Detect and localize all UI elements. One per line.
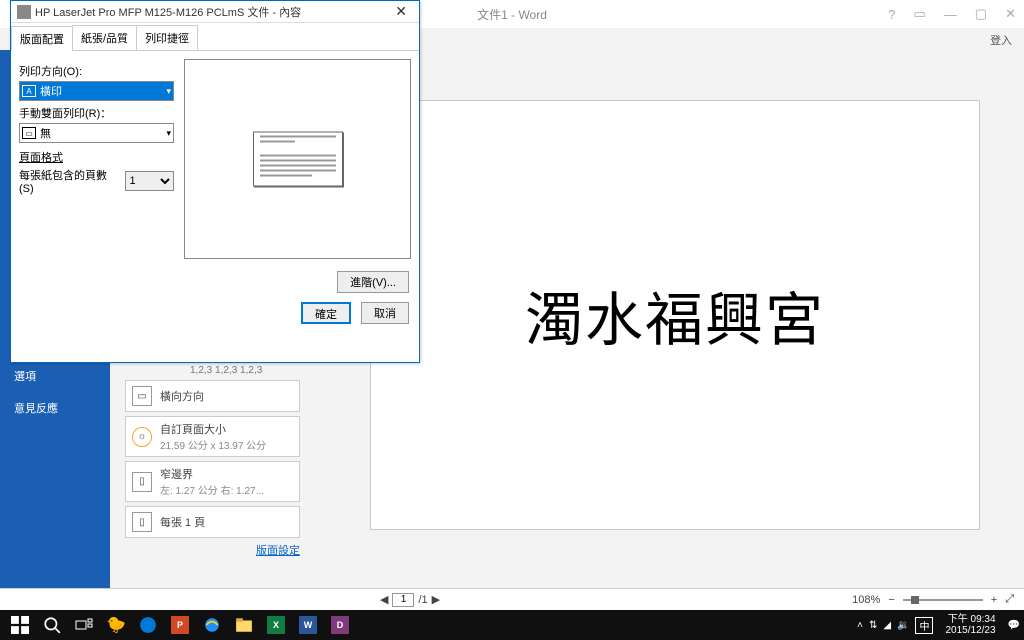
duplex-icon: ▭ (22, 127, 36, 139)
dialog-titlebar[interactable]: HP LaserJet Pro MFP M125-M126 PCLmS 文件 -… (11, 1, 419, 23)
zoom-out-icon[interactable]: − (888, 594, 894, 606)
app-icon[interactable]: 🐤 (100, 610, 132, 640)
word-icon[interactable]: W (292, 610, 324, 640)
pps-label: 每張紙包含的頁數(S) (19, 167, 121, 195)
print-item-pps[interactable]: ▯ 每張 1 頁 (125, 506, 300, 538)
taskbar: 🐤 P X W D ˄ ⇅ ◢ 🔉 中 下午 09:34 2015/12/23 … (0, 610, 1024, 640)
login-link[interactable]: 登入 (990, 32, 1012, 48)
advanced-button[interactable]: 進階(V)... (337, 271, 409, 293)
printer-icon (17, 5, 31, 19)
network-icon[interactable]: ⇅ (869, 620, 877, 631)
dialog-preview (184, 59, 411, 259)
system-tray: ˄ ⇅ ◢ 🔉 中 下午 09:34 2015/12/23 💬 (857, 614, 1020, 636)
sidebar-item-options[interactable]: 選項 (0, 360, 110, 392)
dialog-left-panel: 列印方向(O): A 橫印 ▾ 手動雙面列印(R)： ▭ 無 ▾ 頁面格式 每張… (19, 59, 174, 259)
document-text: 濁水福興宮 (525, 273, 825, 357)
excel-icon[interactable]: X (260, 610, 292, 640)
pps-select[interactable]: 1 (125, 171, 174, 191)
document-canvas: 濁水福興宮 (370, 100, 980, 530)
dialog-title: HP LaserJet Pro MFP M125-M126 PCLmS 文件 -… (35, 4, 301, 20)
tab-layout[interactable]: 版面配置 (11, 26, 73, 51)
chevron-down-icon: ▾ (166, 128, 171, 139)
options-icon[interactable]: ▭ (914, 6, 926, 22)
print-item-label: 自訂頁面大小 (160, 424, 226, 436)
notifications-icon[interactable]: 💬 (1008, 620, 1020, 631)
zoom-area: 108% − + ⤢ (852, 593, 1014, 606)
tab-shortcuts[interactable]: 列印捷徑 (136, 25, 198, 50)
wifi-icon[interactable]: ◢ (883, 620, 891, 631)
tray-chevron-icon[interactable]: ˄ (857, 620, 863, 631)
clock[interactable]: 下午 09:34 2015/12/23 (939, 614, 1001, 636)
print-item-sub: 21.59 公分 x 13.97 公分 (160, 437, 266, 452)
clock-time: 下午 09:34 (945, 614, 995, 625)
clock-date: 2015/12/23 (945, 625, 995, 636)
pps-icon: ▯ (132, 512, 152, 532)
print-item-orientation[interactable]: ▭ 橫向方向 (125, 380, 300, 412)
onenote-icon[interactable]: D (324, 610, 356, 640)
start-button[interactable] (4, 610, 36, 640)
sidebar-item-feedback[interactable]: 意見反應 (0, 392, 110, 424)
print-item-label: 窄邊界 (160, 469, 193, 481)
maximize-icon[interactable]: ▢ (975, 6, 987, 22)
zoom-slider[interactable] (903, 599, 983, 601)
print-options: ▭ 橫向方向 ☼ 自訂頁面大小 21.59 公分 x 13.97 公分 ▯ 窄邊… (125, 380, 300, 558)
orientation-label: 列印方向(O): (19, 63, 174, 79)
window-controls: ? ▭ — ▢ ✕ (888, 6, 1016, 22)
ime-indicator[interactable]: 中 (915, 617, 933, 634)
volume-icon[interactable]: 🔉 (897, 620, 909, 631)
collation-hint: 1,2,3 1,2,3 1,2,3 (190, 365, 262, 376)
pagesize-icon: ☼ (132, 427, 152, 447)
cancel-button[interactable]: 取消 (361, 302, 409, 324)
fit-icon[interactable]: ⤢ (1005, 593, 1014, 606)
page-format-label: 頁面格式 (19, 149, 174, 165)
dialog-body: 列印方向(O): A 橫印 ▾ 手動雙面列印(R)： ▭ 無 ▾ 頁面格式 每張… (11, 51, 419, 267)
page-total: /1 (418, 594, 427, 606)
page-nav: ◀ /1 ▶ (380, 593, 440, 607)
zoom-in-icon[interactable]: + (991, 594, 997, 606)
duplex-combo[interactable]: ▭ 無 ▾ (19, 123, 174, 143)
duplex-value: 無 (40, 125, 51, 141)
zoom-label: 108% (852, 594, 880, 606)
page-input[interactable] (392, 593, 414, 607)
landscape-icon: A (22, 85, 36, 97)
orientation-combo[interactable]: A 橫印 ▾ (19, 81, 174, 101)
prev-page-icon[interactable]: ◀ (380, 593, 388, 606)
dialog-buttons: 確定 取消 (11, 293, 419, 334)
tab-paper[interactable]: 紙張/品質 (72, 25, 137, 50)
printer-properties-dialog: HP LaserJet Pro MFP M125-M126 PCLmS 文件 -… (10, 0, 420, 363)
edge-icon[interactable] (132, 610, 164, 640)
close-icon[interactable]: ✕ (1005, 6, 1016, 22)
taskview-icon[interactable] (68, 610, 100, 640)
word-statusbar: ◀ /1 ▶ 108% − + ⤢ (0, 588, 1024, 610)
powerpoint-icon[interactable]: P (164, 610, 196, 640)
word-title: 文件1 - Word (477, 6, 547, 23)
help-icon[interactable]: ? (888, 7, 895, 22)
orientation-value: 橫印 (40, 83, 62, 99)
next-page-icon[interactable]: ▶ (432, 593, 440, 606)
print-item-sub: 左: 1.27 公分 右: 1.27... (160, 482, 264, 497)
duplex-label: 手動雙面列印(R)： (19, 105, 174, 121)
search-icon[interactable] (36, 610, 68, 640)
minimize-icon[interactable]: — (944, 7, 957, 22)
print-item-margins[interactable]: ▯ 窄邊界 左: 1.27 公分 右: 1.27... (125, 461, 300, 502)
print-item-label: 每張 1 頁 (160, 517, 205, 529)
margins-icon: ▯ (132, 472, 152, 492)
page-setup-link[interactable]: 版面設定 (125, 542, 300, 558)
close-icon[interactable]: ✕ (389, 3, 413, 20)
dialog-tabs: 版面配置 紙張/品質 列印捷徑 (11, 23, 419, 51)
print-item-pagesize[interactable]: ☼ 自訂頁面大小 21.59 公分 x 13.97 公分 (125, 416, 300, 457)
chevron-down-icon: ▾ (166, 86, 171, 97)
ie-icon[interactable] (196, 610, 228, 640)
orientation-icon: ▭ (132, 386, 152, 406)
preview-page-icon (253, 132, 343, 187)
print-item-label: 橫向方向 (160, 391, 204, 403)
explorer-icon[interactable] (228, 610, 260, 640)
advanced-row: 進階(V)... (11, 267, 419, 293)
ok-button[interactable]: 確定 (301, 302, 351, 324)
